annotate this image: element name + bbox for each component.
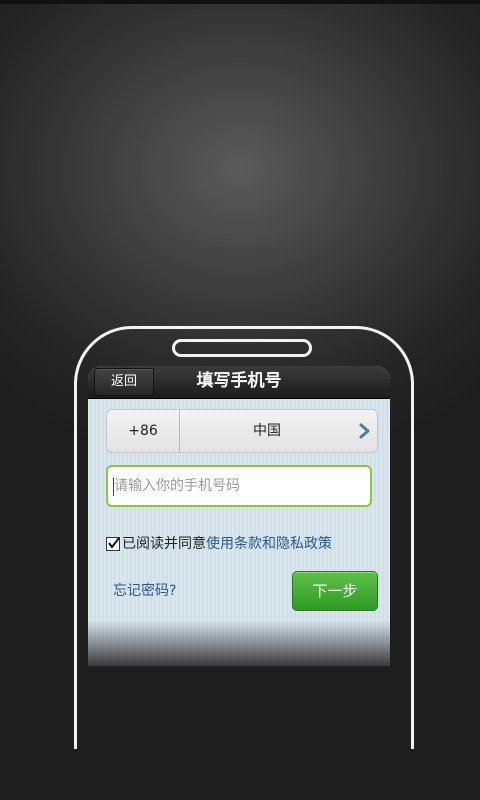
back-button[interactable]: 返回 — [94, 368, 154, 396]
agreement-prefix: 已阅读并同意 — [122, 536, 206, 552]
agreement-row: 已阅读并同意使用条款和隐私政策 — [106, 534, 386, 554]
phone-number-input[interactable] — [106, 465, 372, 507]
status-bar — [0, 0, 480, 4]
country-selector[interactable]: +86 中国 — [106, 409, 378, 453]
bottom-fade — [88, 621, 390, 666]
phone-screen: 填写手机号 返回 +86 中国 已阅读并同意使用条款和隐私政策 忘记密码? 下一… — [88, 366, 390, 666]
agreement-text: 已阅读并同意使用条款和隐私政策 — [122, 534, 332, 554]
next-step-button[interactable]: 下一步 — [292, 571, 378, 611]
terms-privacy-link[interactable]: 使用条款和隐私政策 — [206, 536, 332, 552]
phone-speaker-illustration — [172, 339, 312, 357]
country-code: +86 — [107, 410, 180, 452]
agree-checkbox[interactable] — [106, 537, 120, 551]
title-bar: 填写手机号 返回 — [88, 366, 390, 399]
forgot-password-link[interactable]: 忘记密码? — [113, 581, 176, 601]
checkmark-icon — [108, 537, 120, 549]
country-name: 中国 — [253, 423, 281, 439]
chevron-right-icon — [359, 423, 370, 439]
text-cursor — [113, 478, 114, 496]
